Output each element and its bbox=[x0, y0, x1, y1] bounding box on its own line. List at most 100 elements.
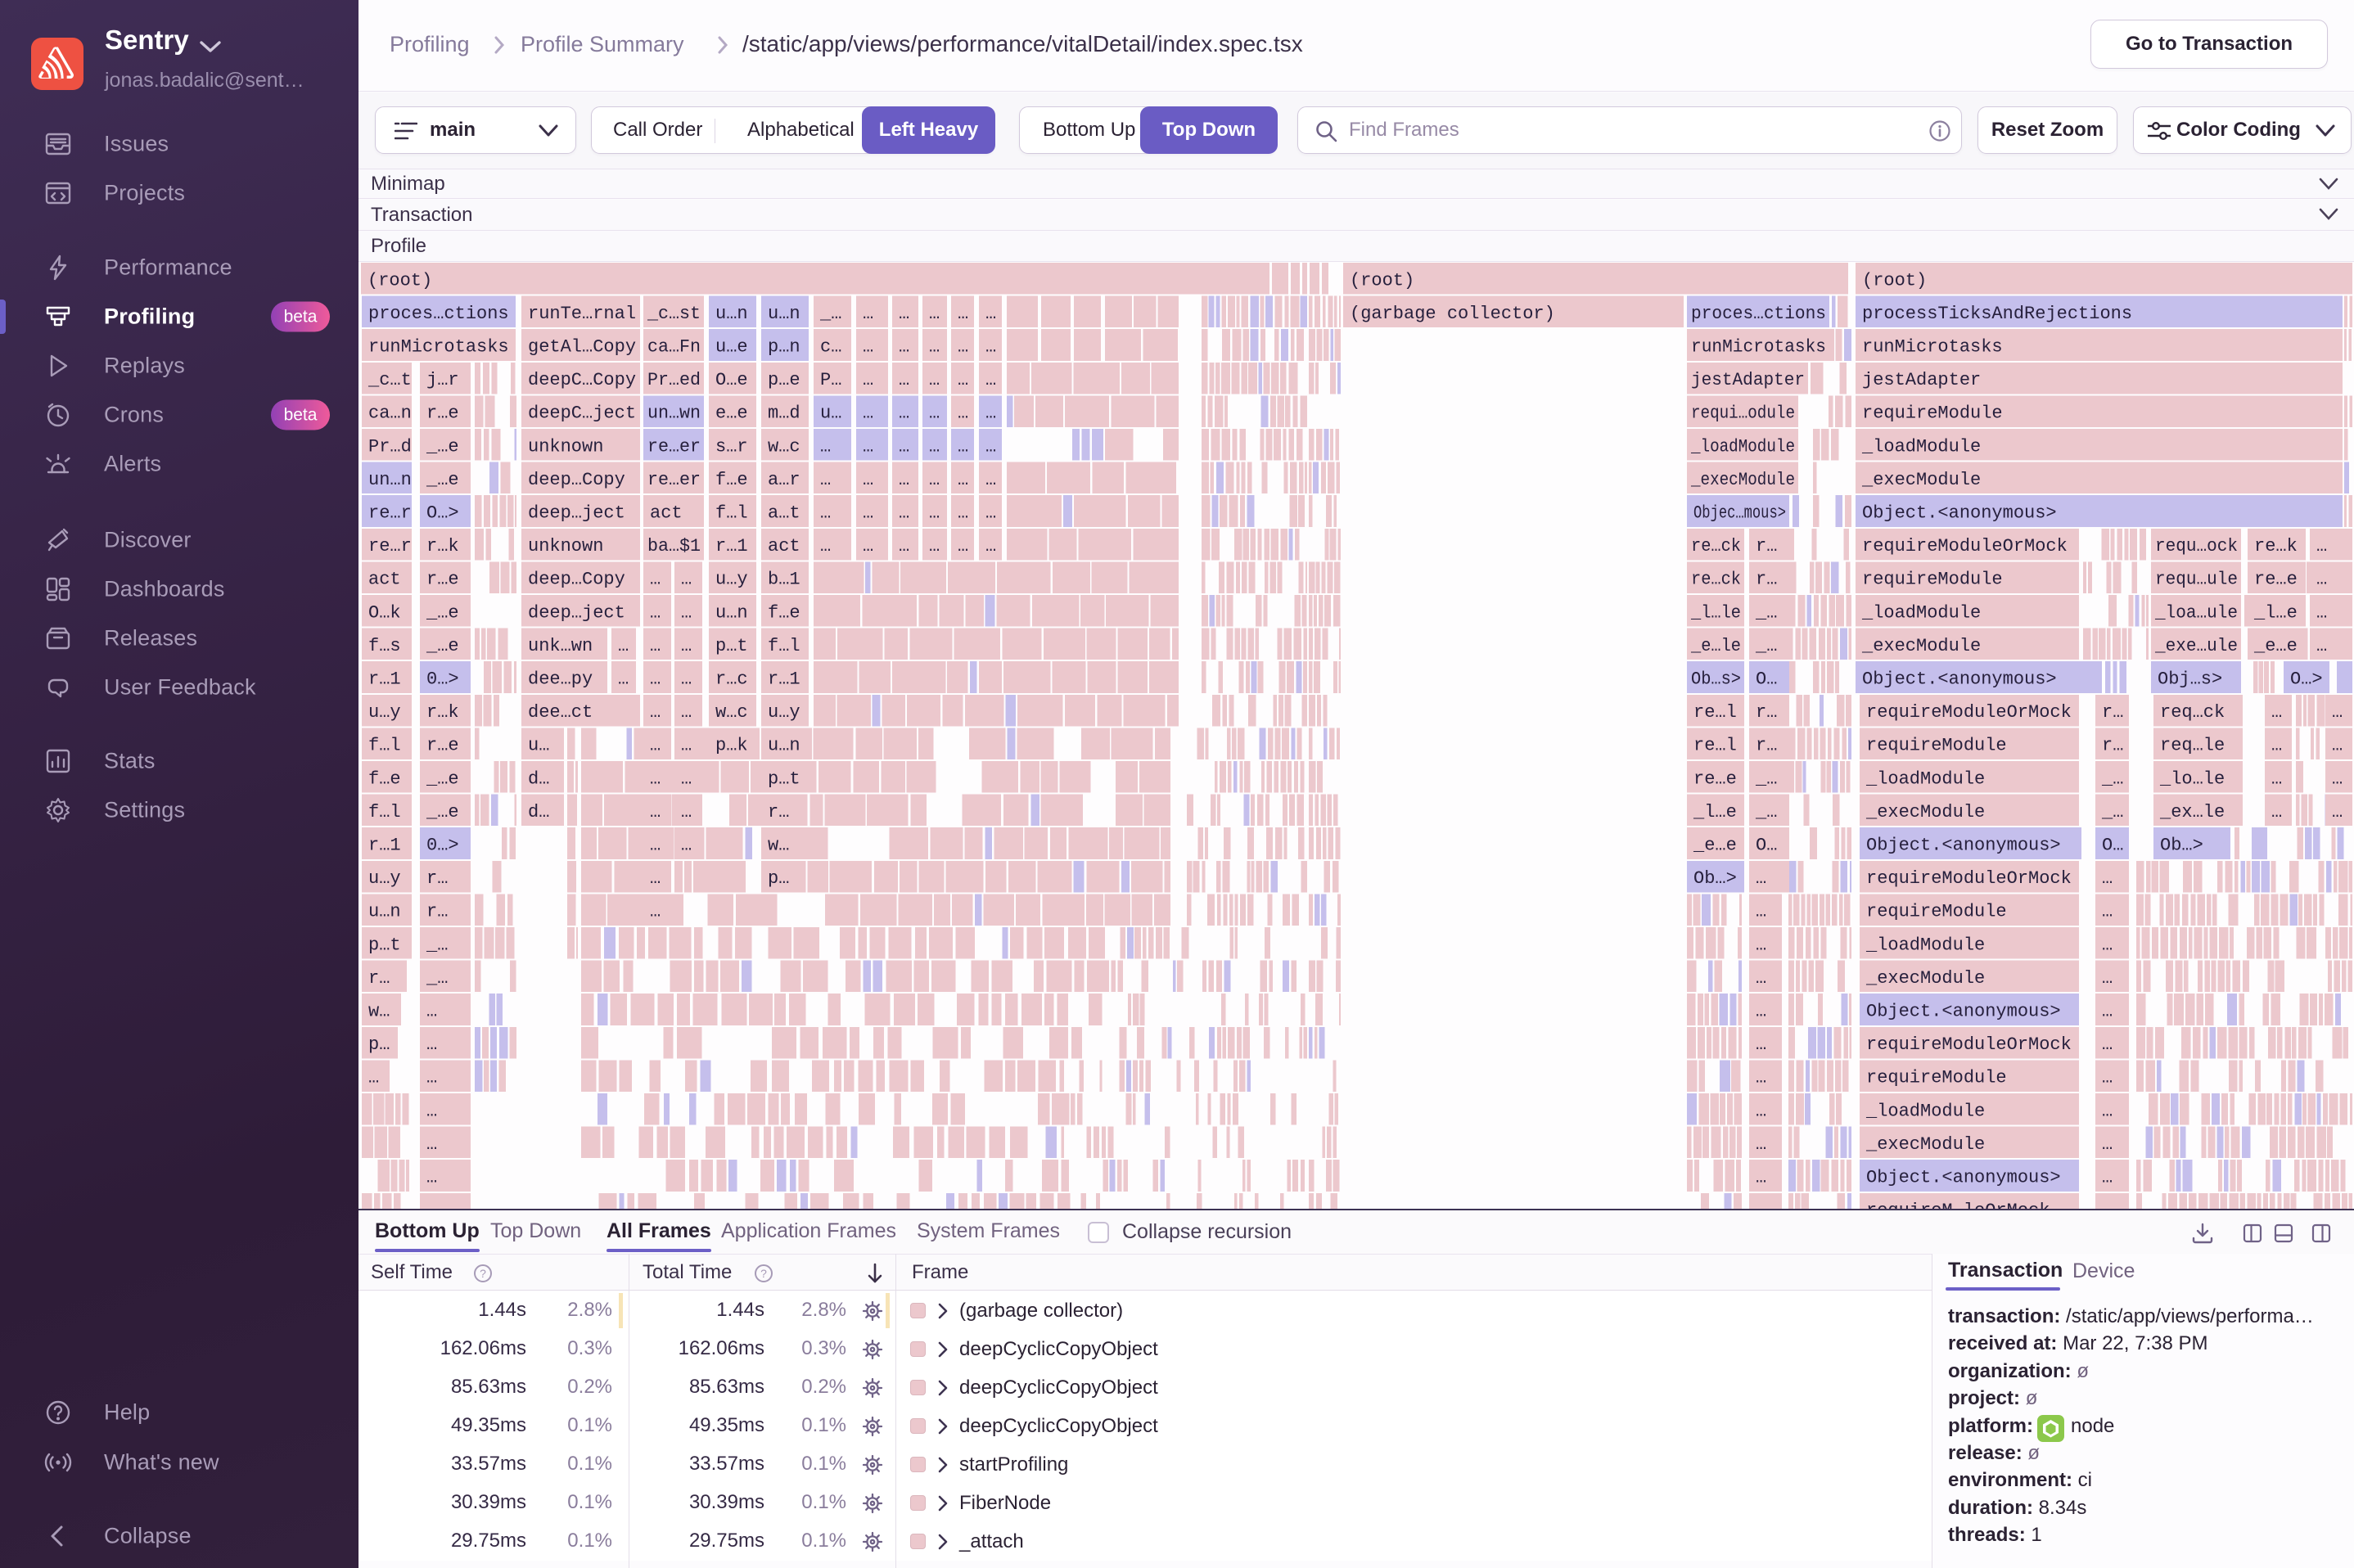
svg-text:…: … bbox=[681, 768, 692, 789]
svg-text:u…n: u…n bbox=[715, 602, 748, 623]
svg-text:r…e: r…e bbox=[426, 570, 459, 590]
svg-text:_l…e: _l…e bbox=[2253, 602, 2298, 623]
svg-text:r…: r… bbox=[426, 868, 448, 889]
svg-text:u…y: u…y bbox=[368, 868, 401, 889]
svg-text:requireModuleOrMock: requireModuleOrMock bbox=[1866, 702, 2072, 723]
svg-text:0…>: 0…> bbox=[426, 836, 459, 856]
svg-text:P…: P… bbox=[820, 370, 841, 390]
svg-text:act: act bbox=[650, 503, 683, 524]
svg-text:Object.<anonymous>: Object.<anonymous> bbox=[1862, 503, 2057, 524]
svg-text:…: … bbox=[985, 403, 996, 424]
svg-text:_…: _… bbox=[1755, 602, 1777, 623]
svg-text:proces…ctions: proces…ctions bbox=[368, 304, 509, 324]
svg-text:p…t: p…t bbox=[715, 636, 748, 656]
svg-text:proces…ctions: proces…ctions bbox=[1691, 304, 1826, 324]
svg-text:…: … bbox=[1756, 935, 1766, 955]
svg-text:_l…e: _l…e bbox=[1693, 802, 1737, 822]
svg-text:r…: r… bbox=[1756, 702, 1777, 723]
svg-text:ca…Fn: ca…Fn bbox=[647, 337, 701, 358]
svg-text:r…: r… bbox=[1756, 736, 1777, 756]
svg-text:_lo…le: _lo…le bbox=[2159, 768, 2225, 789]
svg-text:…: … bbox=[2102, 935, 2113, 955]
svg-text:ca…n: ca…n bbox=[368, 403, 412, 424]
svg-text:O…>: O…> bbox=[2290, 669, 2323, 690]
svg-text:…: … bbox=[899, 536, 909, 556]
svg-text:f…s: f…s bbox=[368, 636, 401, 656]
svg-text:O…>: O…> bbox=[426, 503, 459, 524]
svg-text:…: … bbox=[985, 470, 996, 490]
svg-text:…: … bbox=[2316, 570, 2327, 590]
svg-text:f…e: f…e bbox=[768, 602, 800, 623]
svg-text:r…: r… bbox=[1756, 536, 1777, 556]
svg-text:deepC…Copy: deepC…Copy bbox=[528, 370, 636, 390]
svg-text:f…l: f…l bbox=[768, 636, 800, 656]
svg-text:…: … bbox=[985, 536, 996, 556]
svg-text:deep…Copy: deep…Copy bbox=[528, 470, 625, 490]
svg-text:runMicrotasks: runMicrotasks bbox=[1691, 337, 1826, 358]
svg-text:…: … bbox=[863, 436, 873, 457]
svg-text:O…k: O…k bbox=[368, 602, 401, 623]
svg-text:…: … bbox=[2102, 1201, 2113, 1209]
svg-text:_…: _… bbox=[1755, 768, 1777, 789]
svg-text:…: … bbox=[426, 1068, 437, 1088]
svg-text:…: … bbox=[863, 536, 873, 556]
svg-text:…: … bbox=[2102, 1034, 2113, 1055]
svg-text:O…: O… bbox=[1756, 669, 1777, 690]
svg-text:requireModuleOrMock: requireModuleOrMock bbox=[1862, 536, 2068, 556]
svg-text:…: … bbox=[929, 304, 940, 324]
svg-text:_exe…ule: _exe…ule bbox=[2154, 636, 2238, 656]
svg-text:?: ? bbox=[480, 1267, 486, 1280]
svg-text:requ…ock: requ…ock bbox=[2155, 536, 2238, 556]
svg-text:…: … bbox=[863, 470, 873, 490]
svg-text:…: … bbox=[426, 1034, 437, 1055]
svg-text:…: … bbox=[958, 470, 968, 490]
svg-text:_…e: _…e bbox=[426, 768, 459, 789]
svg-text:0…>: 0…> bbox=[426, 669, 459, 690]
svg-text:r…: r… bbox=[2102, 736, 2123, 756]
svg-text:…: … bbox=[650, 636, 661, 656]
svg-text:…: … bbox=[958, 337, 968, 358]
svg-text:_loadModule: _loadModule bbox=[1865, 1101, 1985, 1121]
svg-text:…: … bbox=[650, 868, 661, 889]
svg-text:requi…odule: requi…odule bbox=[1691, 403, 1795, 424]
svg-text:ba…$1: ba…$1 bbox=[647, 536, 701, 556]
svg-text:_c…st: _c…st bbox=[647, 304, 701, 324]
svg-text:un…n: un…n bbox=[368, 470, 412, 490]
svg-text:…: … bbox=[820, 436, 831, 457]
svg-text:_loadModule: _loadModule bbox=[1861, 436, 1981, 457]
svg-text:requireModuleOrMock: requireModuleOrMock bbox=[1866, 1034, 2072, 1055]
svg-text:(garbage collector): (garbage collector) bbox=[1350, 304, 1555, 324]
svg-text:re…e: re…e bbox=[1693, 768, 1737, 789]
svg-text:…: … bbox=[2316, 636, 2327, 656]
svg-text:u…n: u…n bbox=[768, 736, 800, 756]
svg-text:_…: _… bbox=[1755, 636, 1777, 656]
svg-text:…: … bbox=[650, 669, 661, 690]
svg-text:…: … bbox=[618, 636, 629, 656]
svg-text:(root): (root) bbox=[368, 270, 432, 291]
svg-text:…: … bbox=[1756, 1134, 1766, 1155]
svg-text:u…: u… bbox=[528, 736, 549, 756]
svg-text:…: … bbox=[2316, 536, 2327, 556]
svg-text:…: … bbox=[618, 669, 629, 690]
svg-text:…: … bbox=[681, 836, 692, 856]
svg-text:Obj…s>: Obj…s> bbox=[2158, 669, 2222, 690]
svg-text:…: … bbox=[929, 503, 940, 524]
svg-text:getAl…Copy: getAl…Copy bbox=[528, 337, 636, 358]
svg-text:…: … bbox=[426, 1201, 437, 1209]
svg-text:re…l: re…l bbox=[1693, 702, 1737, 723]
svg-text:…: … bbox=[958, 304, 968, 324]
svg-text:…: … bbox=[929, 436, 940, 457]
svg-text:Object.<anonymous>: Object.<anonymous> bbox=[1862, 669, 2057, 690]
svg-text:_c…t: _c…t bbox=[368, 370, 412, 390]
svg-text:u…n: u…n bbox=[715, 304, 748, 324]
svg-text:r…e: r…e bbox=[426, 403, 459, 424]
svg-text:w…: w… bbox=[368, 1002, 390, 1022]
svg-text:re…er: re…er bbox=[647, 470, 701, 490]
svg-text:…: … bbox=[2271, 702, 2282, 723]
svg-text:O…e: O…e bbox=[715, 370, 748, 390]
svg-text:_loadModule: _loadModule bbox=[1690, 436, 1795, 457]
svg-text:u…n: u…n bbox=[368, 902, 401, 922]
svg-text:p…t: p…t bbox=[768, 768, 800, 789]
svg-text:…: … bbox=[2102, 868, 2113, 889]
svg-text:p…n: p…n bbox=[768, 337, 800, 358]
